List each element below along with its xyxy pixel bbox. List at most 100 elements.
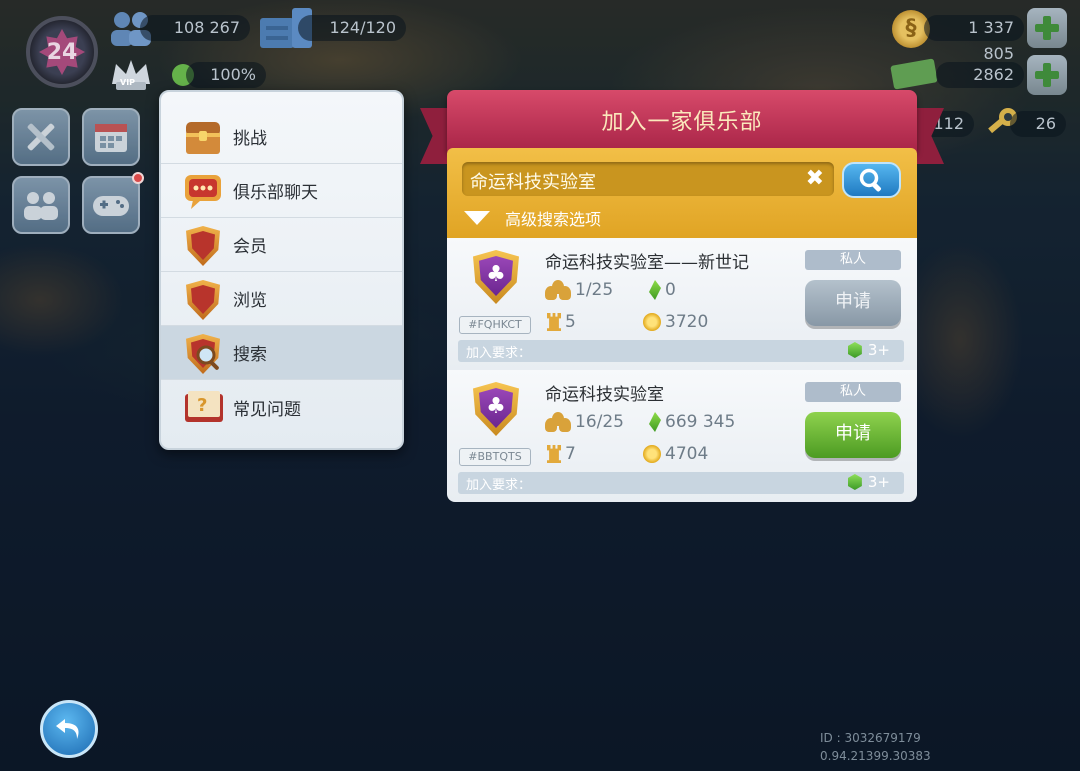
simoleons-value: 1 337 805: [924, 15, 1024, 63]
club-name: 命运科技实验室——新世记: [545, 253, 749, 273]
club-coins-stat: 3720: [643, 312, 708, 332]
plus-icon: [1035, 63, 1059, 87]
menu-item-label: 常见问题: [233, 399, 301, 420]
search-input-value: 命运科技实验室: [470, 172, 596, 193]
apply-button[interactable]: 申请: [805, 280, 901, 326]
tower-icon: [547, 313, 561, 331]
menu-item-search[interactable]: 搜索: [161, 326, 402, 380]
undo-arrow-icon: [56, 719, 79, 739]
menu-item-members[interactable]: 会员: [161, 218, 402, 272]
menu-item-label: 挑战: [233, 129, 267, 149]
club-button[interactable]: [12, 176, 70, 234]
storage-value: 124/120: [298, 15, 406, 41]
back-button[interactable]: [40, 700, 98, 758]
level-hex-icon: [847, 342, 862, 358]
join-requirement-bar: 加入要求： 3+: [458, 472, 904, 494]
add-simoleons-button[interactable]: [1027, 8, 1067, 48]
menu-item-label: 俱乐部聊天: [233, 183, 318, 203]
vip-crown-icon: VIP: [108, 58, 154, 92]
club-members-value: 1/25: [575, 280, 614, 300]
club-gems-value: 0: [665, 280, 676, 300]
tools-icon: [27, 123, 55, 151]
menu-item-label: 浏览: [233, 291, 267, 311]
games-button[interactable]: [82, 176, 140, 234]
privacy-badge: 私人: [805, 382, 901, 402]
members-icon: [545, 412, 571, 432]
dialog-title: 加入一家俱乐部: [601, 110, 763, 135]
join-requirement-label: 加入要求：: [466, 478, 532, 493]
club-result-card: ♣ #FQHKCT 命运科技实验室——新世记 1/25 0 5 3720 私人 …: [447, 238, 917, 370]
gem-icon: [649, 280, 661, 300]
gem-icon: [649, 412, 661, 432]
level-number: 24: [46, 40, 78, 65]
club-towers-stat: 5: [547, 312, 576, 332]
happiness-value: 100%: [186, 62, 266, 88]
menu-item-label: 搜索: [233, 345, 267, 365]
club-tag: #FQHKCT: [459, 316, 531, 334]
club-members-stat: 1/25: [545, 280, 613, 300]
club-towers-value: 7: [565, 444, 576, 464]
search-shield-icon: [183, 334, 223, 374]
join-requirement-bar: 加入要求： 3+: [458, 340, 904, 362]
gamepad-icon: [93, 196, 129, 216]
club-members-value: 16/25: [575, 412, 624, 432]
svg-text:?: ?: [197, 395, 207, 416]
club-towers-value: 5: [565, 312, 576, 332]
dialog-banner: 加入一家俱乐部: [447, 90, 917, 152]
close-icon[interactable]: ✖: [806, 167, 824, 191]
privacy-badge: 私人: [805, 250, 901, 270]
club-emblem-icon: ♣: [473, 250, 519, 304]
club-coins-stat: 4704: [643, 444, 708, 464]
join-requirement-label: 加入要求：: [466, 346, 532, 361]
level-hex-icon: [847, 474, 862, 490]
plus-icon: [1035, 16, 1059, 40]
triangle-down-icon: [464, 211, 490, 225]
search-icon: [859, 168, 881, 192]
add-simcash-button[interactable]: [1027, 55, 1067, 95]
club-coins-value: 4704: [665, 444, 709, 464]
population-value: 108 267: [140, 15, 250, 41]
faq-book-icon: ?: [183, 388, 223, 426]
club-emblem-icon: ♣: [473, 382, 519, 436]
chest-icon: [183, 118, 223, 156]
apply-button[interactable]: 申请: [805, 412, 901, 458]
club-members-stat: 16/25: [545, 412, 624, 432]
build-tools-button[interactable]: [12, 108, 70, 166]
neo-keys-value: 26: [1010, 111, 1066, 137]
player-id: ID : 3032679179: [820, 731, 921, 745]
club-gems-value: 669 345: [665, 412, 736, 432]
join-requirement-level: 3+: [847, 341, 890, 359]
simcash-value: 2862: [936, 62, 1024, 88]
notification-dot: [132, 172, 144, 184]
coin-icon: [643, 445, 661, 463]
vip-label: VIP: [120, 78, 136, 87]
join-requirement-value: 3+: [867, 473, 890, 491]
members-icon: [545, 280, 571, 300]
club-search-input[interactable]: 命运科技实验室 ✖: [462, 162, 834, 196]
people-icon: [24, 192, 58, 220]
menu-item-challenge[interactable]: 挑战: [161, 110, 402, 164]
calendar-button[interactable]: [82, 108, 140, 166]
club-side-menu: 挑战 俱乐部聊天 会员 浏览 搜索 ? 常见问题: [159, 90, 404, 450]
coin-icon: [643, 313, 661, 331]
club-coins-value: 3720: [665, 312, 709, 332]
club-gems-stat: 669 345: [649, 412, 735, 432]
join-requirement-value: 3+: [867, 341, 890, 359]
level-badge[interactable]: 24: [26, 16, 98, 88]
members-shield-icon: [183, 226, 223, 266]
tower-icon: [547, 445, 561, 463]
club-name: 命运科技实验室: [545, 385, 664, 405]
version-text: 0.94.21399.30383: [820, 749, 931, 763]
search-button[interactable]: [842, 162, 901, 198]
menu-item-browse[interactable]: 浏览: [161, 272, 402, 326]
club-tag: #BBTQTS: [459, 448, 531, 466]
menu-item-faq[interactable]: ? 常见问题: [161, 380, 402, 434]
menu-item-club-chat[interactable]: 俱乐部聊天: [161, 164, 402, 218]
advanced-search-toggle[interactable]: 高级搜索选项: [464, 206, 601, 230]
club-towers-stat: 7: [547, 444, 576, 464]
chat-icon: [183, 172, 223, 210]
club-gems-stat: 0: [649, 280, 676, 300]
browse-shield-icon: [183, 280, 223, 320]
club-result-card: ♣ #BBTQTS 命运科技实验室 16/25 669 345 7 4704 私…: [447, 370, 917, 502]
calendar-icon: [95, 124, 127, 152]
